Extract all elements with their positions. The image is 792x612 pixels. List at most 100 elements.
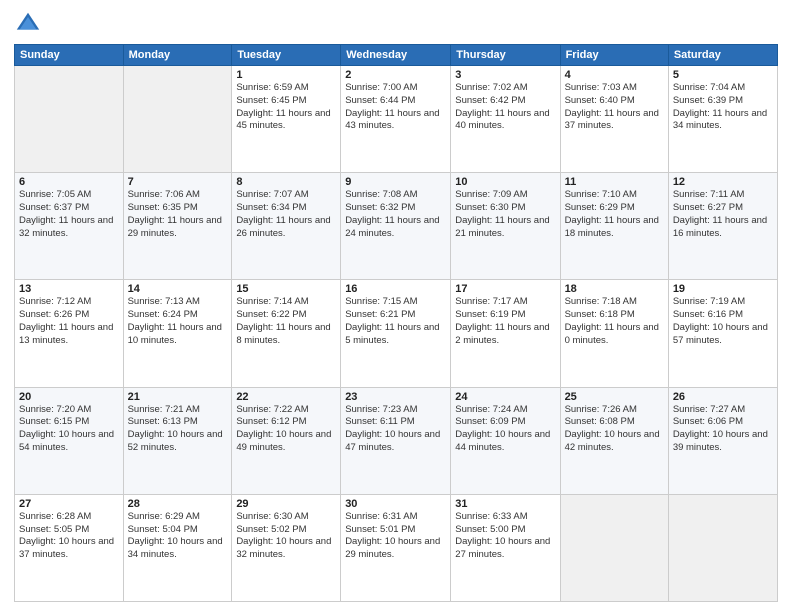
day-info: Sunrise: 7:07 AM Sunset: 6:34 PM Dayligh… bbox=[236, 189, 336, 240]
day-number: 24 bbox=[455, 391, 555, 403]
day-number: 28 bbox=[128, 498, 228, 510]
day-number: 1 bbox=[236, 69, 336, 81]
day-cell: 28Sunrise: 6:29 AM Sunset: 5:04 PM Dayli… bbox=[123, 494, 232, 601]
week-row-5: 27Sunrise: 6:28 AM Sunset: 5:05 PM Dayli… bbox=[15, 494, 778, 601]
day-number: 3 bbox=[455, 69, 555, 81]
day-cell: 14Sunrise: 7:13 AM Sunset: 6:24 PM Dayli… bbox=[123, 280, 232, 387]
day-info: Sunrise: 6:33 AM Sunset: 5:00 PM Dayligh… bbox=[455, 511, 555, 562]
day-cell: 29Sunrise: 6:30 AM Sunset: 5:02 PM Dayli… bbox=[232, 494, 341, 601]
day-cell: 21Sunrise: 7:21 AM Sunset: 6:13 PM Dayli… bbox=[123, 387, 232, 494]
day-number: 17 bbox=[455, 283, 555, 295]
day-info: Sunrise: 7:20 AM Sunset: 6:15 PM Dayligh… bbox=[19, 404, 119, 455]
day-info: Sunrise: 7:27 AM Sunset: 6:06 PM Dayligh… bbox=[673, 404, 773, 455]
weekday-header-wednesday: Wednesday bbox=[341, 45, 451, 66]
day-info: Sunrise: 7:04 AM Sunset: 6:39 PM Dayligh… bbox=[673, 82, 773, 133]
day-number: 22 bbox=[236, 391, 336, 403]
day-cell: 12Sunrise: 7:11 AM Sunset: 6:27 PM Dayli… bbox=[668, 173, 777, 280]
day-cell bbox=[123, 66, 232, 173]
day-number: 7 bbox=[128, 176, 228, 188]
day-cell: 30Sunrise: 6:31 AM Sunset: 5:01 PM Dayli… bbox=[341, 494, 451, 601]
weekday-header-thursday: Thursday bbox=[451, 45, 560, 66]
day-number: 12 bbox=[673, 176, 773, 188]
day-cell bbox=[668, 494, 777, 601]
day-info: Sunrise: 7:02 AM Sunset: 6:42 PM Dayligh… bbox=[455, 82, 555, 133]
day-info: Sunrise: 7:12 AM Sunset: 6:26 PM Dayligh… bbox=[19, 296, 119, 347]
weekday-header-friday: Friday bbox=[560, 45, 668, 66]
day-info: Sunrise: 6:30 AM Sunset: 5:02 PM Dayligh… bbox=[236, 511, 336, 562]
day-number: 10 bbox=[455, 176, 555, 188]
day-cell: 26Sunrise: 7:27 AM Sunset: 6:06 PM Dayli… bbox=[668, 387, 777, 494]
day-info: Sunrise: 7:03 AM Sunset: 6:40 PM Dayligh… bbox=[565, 82, 664, 133]
day-cell: 27Sunrise: 6:28 AM Sunset: 5:05 PM Dayli… bbox=[15, 494, 124, 601]
day-info: Sunrise: 6:28 AM Sunset: 5:05 PM Dayligh… bbox=[19, 511, 119, 562]
week-row-3: 13Sunrise: 7:12 AM Sunset: 6:26 PM Dayli… bbox=[15, 280, 778, 387]
day-cell: 15Sunrise: 7:14 AM Sunset: 6:22 PM Dayli… bbox=[232, 280, 341, 387]
day-number: 4 bbox=[565, 69, 664, 81]
day-cell bbox=[15, 66, 124, 173]
day-info: Sunrise: 7:26 AM Sunset: 6:08 PM Dayligh… bbox=[565, 404, 664, 455]
day-cell: 9Sunrise: 7:08 AM Sunset: 6:32 PM Daylig… bbox=[341, 173, 451, 280]
day-number: 16 bbox=[345, 283, 446, 295]
day-number: 31 bbox=[455, 498, 555, 510]
day-info: Sunrise: 6:59 AM Sunset: 6:45 PM Dayligh… bbox=[236, 82, 336, 133]
day-cell: 31Sunrise: 6:33 AM Sunset: 5:00 PM Dayli… bbox=[451, 494, 560, 601]
day-cell: 11Sunrise: 7:10 AM Sunset: 6:29 PM Dayli… bbox=[560, 173, 668, 280]
day-cell bbox=[560, 494, 668, 601]
weekday-header-sunday: Sunday bbox=[15, 45, 124, 66]
day-info: Sunrise: 6:29 AM Sunset: 5:04 PM Dayligh… bbox=[128, 511, 228, 562]
day-info: Sunrise: 7:14 AM Sunset: 6:22 PM Dayligh… bbox=[236, 296, 336, 347]
header bbox=[14, 10, 778, 38]
day-number: 30 bbox=[345, 498, 446, 510]
day-cell: 1Sunrise: 6:59 AM Sunset: 6:45 PM Daylig… bbox=[232, 66, 341, 173]
day-cell: 18Sunrise: 7:18 AM Sunset: 6:18 PM Dayli… bbox=[560, 280, 668, 387]
day-number: 23 bbox=[345, 391, 446, 403]
day-info: Sunrise: 7:06 AM Sunset: 6:35 PM Dayligh… bbox=[128, 189, 228, 240]
day-number: 13 bbox=[19, 283, 119, 295]
day-info: Sunrise: 7:13 AM Sunset: 6:24 PM Dayligh… bbox=[128, 296, 228, 347]
day-cell: 19Sunrise: 7:19 AM Sunset: 6:16 PM Dayli… bbox=[668, 280, 777, 387]
day-cell: 17Sunrise: 7:17 AM Sunset: 6:19 PM Dayli… bbox=[451, 280, 560, 387]
weekday-header-saturday: Saturday bbox=[668, 45, 777, 66]
week-row-4: 20Sunrise: 7:20 AM Sunset: 6:15 PM Dayli… bbox=[15, 387, 778, 494]
day-info: Sunrise: 7:05 AM Sunset: 6:37 PM Dayligh… bbox=[19, 189, 119, 240]
day-info: Sunrise: 7:11 AM Sunset: 6:27 PM Dayligh… bbox=[673, 189, 773, 240]
day-cell: 22Sunrise: 7:22 AM Sunset: 6:12 PM Dayli… bbox=[232, 387, 341, 494]
day-info: Sunrise: 7:17 AM Sunset: 6:19 PM Dayligh… bbox=[455, 296, 555, 347]
day-cell: 13Sunrise: 7:12 AM Sunset: 6:26 PM Dayli… bbox=[15, 280, 124, 387]
day-number: 20 bbox=[19, 391, 119, 403]
day-number: 19 bbox=[673, 283, 773, 295]
day-info: Sunrise: 7:10 AM Sunset: 6:29 PM Dayligh… bbox=[565, 189, 664, 240]
day-cell: 23Sunrise: 7:23 AM Sunset: 6:11 PM Dayli… bbox=[341, 387, 451, 494]
day-info: Sunrise: 7:24 AM Sunset: 6:09 PM Dayligh… bbox=[455, 404, 555, 455]
day-number: 15 bbox=[236, 283, 336, 295]
day-cell: 5Sunrise: 7:04 AM Sunset: 6:39 PM Daylig… bbox=[668, 66, 777, 173]
day-number: 25 bbox=[565, 391, 664, 403]
day-number: 9 bbox=[345, 176, 446, 188]
day-cell: 4Sunrise: 7:03 AM Sunset: 6:40 PM Daylig… bbox=[560, 66, 668, 173]
day-cell: 6Sunrise: 7:05 AM Sunset: 6:37 PM Daylig… bbox=[15, 173, 124, 280]
logo-icon bbox=[14, 10, 42, 38]
day-number: 11 bbox=[565, 176, 664, 188]
day-info: Sunrise: 7:21 AM Sunset: 6:13 PM Dayligh… bbox=[128, 404, 228, 455]
day-number: 8 bbox=[236, 176, 336, 188]
day-info: Sunrise: 7:15 AM Sunset: 6:21 PM Dayligh… bbox=[345, 296, 446, 347]
page: SundayMondayTuesdayWednesdayThursdayFrid… bbox=[0, 0, 792, 612]
day-cell: 7Sunrise: 7:06 AM Sunset: 6:35 PM Daylig… bbox=[123, 173, 232, 280]
day-number: 6 bbox=[19, 176, 119, 188]
day-number: 5 bbox=[673, 69, 773, 81]
day-cell: 10Sunrise: 7:09 AM Sunset: 6:30 PM Dayli… bbox=[451, 173, 560, 280]
day-cell: 24Sunrise: 7:24 AM Sunset: 6:09 PM Dayli… bbox=[451, 387, 560, 494]
day-info: Sunrise: 7:09 AM Sunset: 6:30 PM Dayligh… bbox=[455, 189, 555, 240]
day-info: Sunrise: 7:23 AM Sunset: 6:11 PM Dayligh… bbox=[345, 404, 446, 455]
day-cell: 16Sunrise: 7:15 AM Sunset: 6:21 PM Dayli… bbox=[341, 280, 451, 387]
day-cell: 2Sunrise: 7:00 AM Sunset: 6:44 PM Daylig… bbox=[341, 66, 451, 173]
weekday-header-row: SundayMondayTuesdayWednesdayThursdayFrid… bbox=[15, 45, 778, 66]
week-row-2: 6Sunrise: 7:05 AM Sunset: 6:37 PM Daylig… bbox=[15, 173, 778, 280]
day-cell: 8Sunrise: 7:07 AM Sunset: 6:34 PM Daylig… bbox=[232, 173, 341, 280]
day-info: Sunrise: 7:19 AM Sunset: 6:16 PM Dayligh… bbox=[673, 296, 773, 347]
day-number: 29 bbox=[236, 498, 336, 510]
day-info: Sunrise: 7:22 AM Sunset: 6:12 PM Dayligh… bbox=[236, 404, 336, 455]
weekday-header-tuesday: Tuesday bbox=[232, 45, 341, 66]
day-cell: 25Sunrise: 7:26 AM Sunset: 6:08 PM Dayli… bbox=[560, 387, 668, 494]
day-number: 21 bbox=[128, 391, 228, 403]
